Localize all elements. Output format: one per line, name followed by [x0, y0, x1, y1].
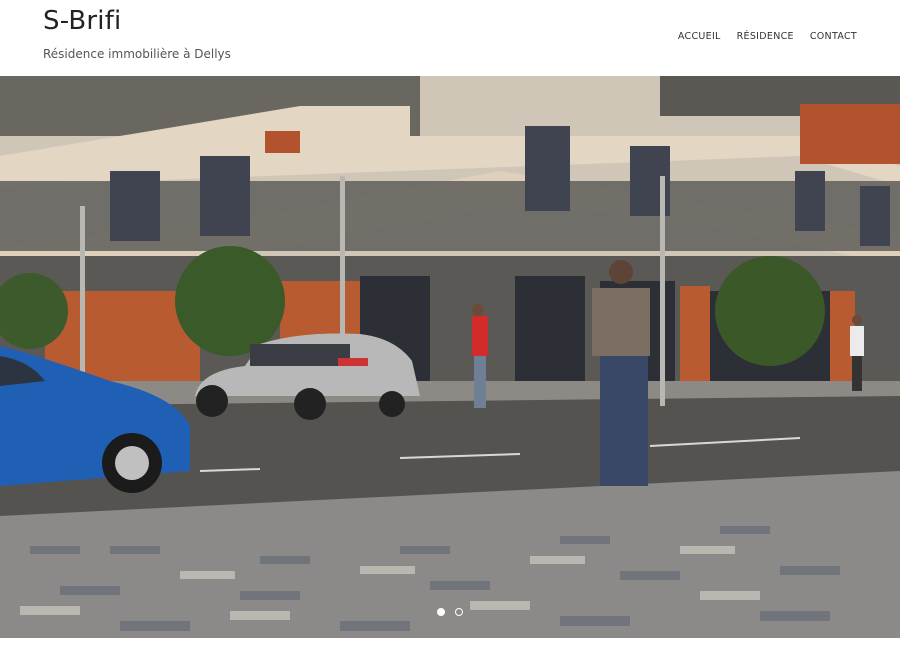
slider-dot-2[interactable]	[455, 608, 463, 616]
main-nav: ACCUEIL RÉSIDENCE CONTACT	[678, 31, 857, 42]
hero-slider[interactable]	[0, 76, 900, 638]
nav-item-residence[interactable]: RÉSIDENCE	[737, 31, 794, 42]
nav-item-contact[interactable]: CONTACT	[810, 31, 857, 42]
nav-item-accueil[interactable]: ACCUEIL	[678, 31, 721, 42]
slide-image	[0, 76, 900, 638]
site-header: S-Brifi Résidence immobilière à Dellys A…	[0, 0, 900, 76]
site-tagline: Résidence immobilière à Dellys	[43, 47, 231, 61]
site-title[interactable]: S-Brifi	[43, 6, 122, 36]
slider-dot-1[interactable]	[437, 608, 445, 616]
slider-pagination	[0, 608, 900, 616]
